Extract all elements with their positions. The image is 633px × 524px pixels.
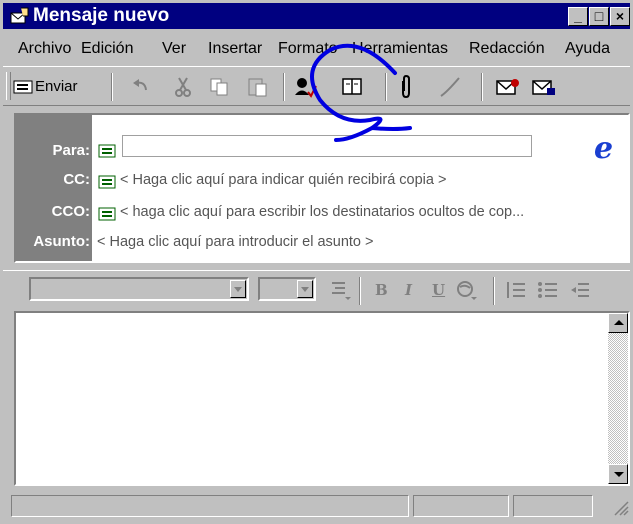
paragraph-style-button[interactable] [329,279,351,301]
decrease-indent-icon [571,283,589,297]
paste-button[interactable] [247,75,269,99]
font-dropdown-arrow-icon[interactable] [230,280,246,298]
bold-button[interactable]: B [375,279,388,301]
status-panel-3 [513,495,593,517]
menu-insertar[interactable]: Insertar [208,39,262,59]
main-toolbar: Enviar [3,66,630,106]
send-label: Enviar [35,78,78,95]
subject-label: Asunto: [33,233,90,250]
font-size-combo[interactable] [258,277,316,301]
close-button[interactable]: × [610,7,630,26]
cc-address-book-icon[interactable] [98,175,116,189]
toolbar-separator [481,73,483,101]
bcc-label: CCO: [51,203,90,220]
compose-window: Mensaje nuevo _ □ × Archivo Edición Ver … [0,0,633,524]
toolbar-separator [385,73,387,101]
copy-button[interactable] [209,75,231,99]
font-color-button[interactable] [455,279,479,301]
to-input[interactable] [122,135,532,157]
close-icon: × [615,8,625,24]
resize-grip-icon[interactable] [611,498,629,516]
bcc-address-book-icon[interactable] [98,207,116,221]
send-icon [13,80,33,94]
title-bar[interactable]: Mensaje nuevo _ □ × [3,3,630,29]
undo-icon [133,79,147,91]
format-separator [359,277,361,305]
scroll-down-arrow-icon[interactable] [608,464,628,484]
toolbar-separator [283,73,285,101]
minimize-icon: _ [574,8,582,24]
check-names-icon [295,78,317,98]
menu-bar: Archivo Edición Ver Insertar Formato Her… [3,34,630,62]
body-vertical-scrollbar[interactable] [608,313,628,484]
attach-icon [402,75,410,99]
scroll-up-arrow-icon[interactable] [608,313,628,333]
menu-archivo[interactable]: Archivo [18,39,71,59]
menu-herramientas[interactable]: Herramientas [352,39,448,59]
paragraph-style-icon [332,282,351,300]
window-title: Mensaje nuevo [33,5,170,26]
menu-edicion[interactable]: Edición [81,39,133,59]
formatting-toolbar: B I U [3,270,630,308]
font-name-combo[interactable] [29,277,249,301]
menu-ayuda[interactable]: Ayuda [565,39,610,59]
cut-icon [175,77,191,97]
menu-ver[interactable]: Ver [162,39,186,59]
encrypt-button[interactable] [531,75,557,99]
header-fields-panel: Para: e CC: < Haga clic aquí para indica… [14,113,630,263]
ie-logo: e [594,131,614,166]
cut-button[interactable] [173,75,193,99]
size-dropdown-arrow-icon[interactable] [297,280,313,298]
numbered-list-icon [507,282,525,298]
toolbar-separator [111,73,113,101]
signature-button[interactable] [439,75,463,99]
new-message-icon [10,7,29,24]
bullet-list-icon [538,282,557,298]
send-button[interactable]: Enviar [13,75,78,99]
to-address-book-icon[interactable] [98,144,116,158]
underline-button[interactable]: U [432,279,445,301]
bcc-hint[interactable]: < haga clic aquí para escribir los desti… [120,204,524,220]
minimize-button[interactable]: _ [568,7,588,26]
cc-hint[interactable]: < Haga clic aquí para indicar quién reci… [120,172,446,188]
decrease-indent-button[interactable] [569,279,591,301]
status-panel-main [11,495,409,517]
cc-label: CC: [63,171,90,188]
toolbar-grip[interactable] [6,72,11,100]
menu-redaccion[interactable]: Redacción [469,39,545,59]
bullet-list-button[interactable] [537,279,559,301]
status-panel-2 [413,495,509,517]
menu-formato[interactable]: Formato [278,39,338,59]
message-body[interactable] [14,311,630,486]
italic-button[interactable]: I [405,279,412,301]
undo-button[interactable] [131,75,151,99]
attach-button[interactable] [399,75,413,99]
numbered-list-button[interactable] [505,279,527,301]
address-book-button[interactable] [341,75,363,99]
sign-message-icon [496,79,519,95]
copy-icon [210,78,228,96]
subject-hint[interactable]: < Haga clic aquí para introducir el asun… [97,234,373,250]
format-separator [493,277,495,305]
to-label: Para: [52,142,90,159]
sign-message-button[interactable] [495,75,521,99]
signature-icon [440,77,460,97]
maximize-button[interactable]: □ [589,7,609,26]
font-color-icon [457,281,477,300]
encrypt-icon [532,80,555,95]
address-book-icon [342,78,362,95]
paste-icon [248,78,267,97]
maximize-icon: □ [594,8,604,24]
check-names-button[interactable] [293,75,317,99]
status-bar [3,492,630,520]
